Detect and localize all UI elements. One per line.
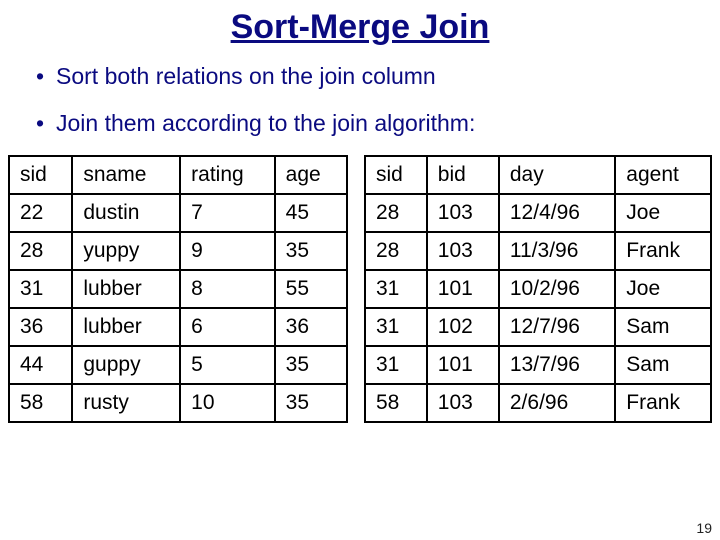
tables-container: sid sname rating age 22 dustin 7 45 28 y…: [0, 155, 720, 423]
table-row: 44 guppy 5 35: [9, 346, 347, 384]
cell: 6: [180, 308, 274, 346]
cell: Sam: [615, 346, 711, 384]
reserves-table: sid bid day agent 28 103 12/4/96 Joe 28 …: [364, 155, 712, 423]
bullet-list: • Sort both relations on the join column…: [0, 61, 720, 139]
cell: 28: [9, 232, 72, 270]
bullet-text: Sort both relations on the join column: [56, 61, 436, 92]
cell: Joe: [615, 270, 711, 308]
cell: 12/7/96: [499, 308, 615, 346]
table-header-row: sid sname rating age: [9, 156, 347, 194]
cell: 31: [365, 270, 427, 308]
col-header: agent: [615, 156, 711, 194]
cell: lubber: [72, 270, 180, 308]
cell: 102: [427, 308, 499, 346]
bullet-text: Join them according to the join algorith…: [56, 108, 475, 139]
cell: 44: [9, 346, 72, 384]
table-row: 22 dustin 7 45: [9, 194, 347, 232]
table-header-row: sid bid day agent: [365, 156, 711, 194]
cell: 103: [427, 194, 499, 232]
cell: yuppy: [72, 232, 180, 270]
cell: Sam: [615, 308, 711, 346]
table-row: 28 103 11/3/96 Frank: [365, 232, 711, 270]
table-row: 31 101 13/7/96 Sam: [365, 346, 711, 384]
cell: 22: [9, 194, 72, 232]
cell: 55: [275, 270, 347, 308]
table-row: 31 101 10/2/96 Joe: [365, 270, 711, 308]
bullet-item: • Join them according to the join algori…: [36, 108, 692, 139]
bullet-dot-icon: •: [36, 61, 56, 92]
cell: Frank: [615, 384, 711, 422]
cell: 103: [427, 232, 499, 270]
cell: 35: [275, 232, 347, 270]
cell: 12/4/96: [499, 194, 615, 232]
cell: 2/6/96: [499, 384, 615, 422]
cell: 31: [9, 270, 72, 308]
col-header: bid: [427, 156, 499, 194]
cell: 35: [275, 384, 347, 422]
table-row: 36 lubber 6 36: [9, 308, 347, 346]
page-number: 19: [696, 520, 712, 536]
cell: 58: [9, 384, 72, 422]
cell: rusty: [72, 384, 180, 422]
table-row: 58 rusty 10 35: [9, 384, 347, 422]
bullet-item: • Sort both relations on the join column: [36, 61, 692, 92]
cell: guppy: [72, 346, 180, 384]
cell: 10/2/96: [499, 270, 615, 308]
cell: 5: [180, 346, 274, 384]
cell: 45: [275, 194, 347, 232]
table-row: 31 102 12/7/96 Sam: [365, 308, 711, 346]
table-row: 31 lubber 8 55: [9, 270, 347, 308]
cell: 31: [365, 308, 427, 346]
cell: 31: [365, 346, 427, 384]
col-header: rating: [180, 156, 274, 194]
cell: 28: [365, 194, 427, 232]
slide-title: Sort-Merge Join: [0, 8, 720, 47]
cell: 101: [427, 270, 499, 308]
cell: Frank: [615, 232, 711, 270]
cell: 36: [275, 308, 347, 346]
cell: lubber: [72, 308, 180, 346]
col-header: day: [499, 156, 615, 194]
cell: 13/7/96: [499, 346, 615, 384]
col-header: sid: [9, 156, 72, 194]
table-row: 58 103 2/6/96 Frank: [365, 384, 711, 422]
sailors-table: sid sname rating age 22 dustin 7 45 28 y…: [8, 155, 348, 423]
col-header: sid: [365, 156, 427, 194]
cell: 103: [427, 384, 499, 422]
cell: 11/3/96: [499, 232, 615, 270]
cell: 36: [9, 308, 72, 346]
cell: 7: [180, 194, 274, 232]
cell: dustin: [72, 194, 180, 232]
cell: 8: [180, 270, 274, 308]
cell: 58: [365, 384, 427, 422]
cell: 9: [180, 232, 274, 270]
col-header: age: [275, 156, 347, 194]
table-row: 28 103 12/4/96 Joe: [365, 194, 711, 232]
cell: Joe: [615, 194, 711, 232]
cell: 28: [365, 232, 427, 270]
cell: 35: [275, 346, 347, 384]
cell: 101: [427, 346, 499, 384]
cell: 10: [180, 384, 274, 422]
col-header: sname: [72, 156, 180, 194]
bullet-dot-icon: •: [36, 108, 56, 139]
table-row: 28 yuppy 9 35: [9, 232, 347, 270]
